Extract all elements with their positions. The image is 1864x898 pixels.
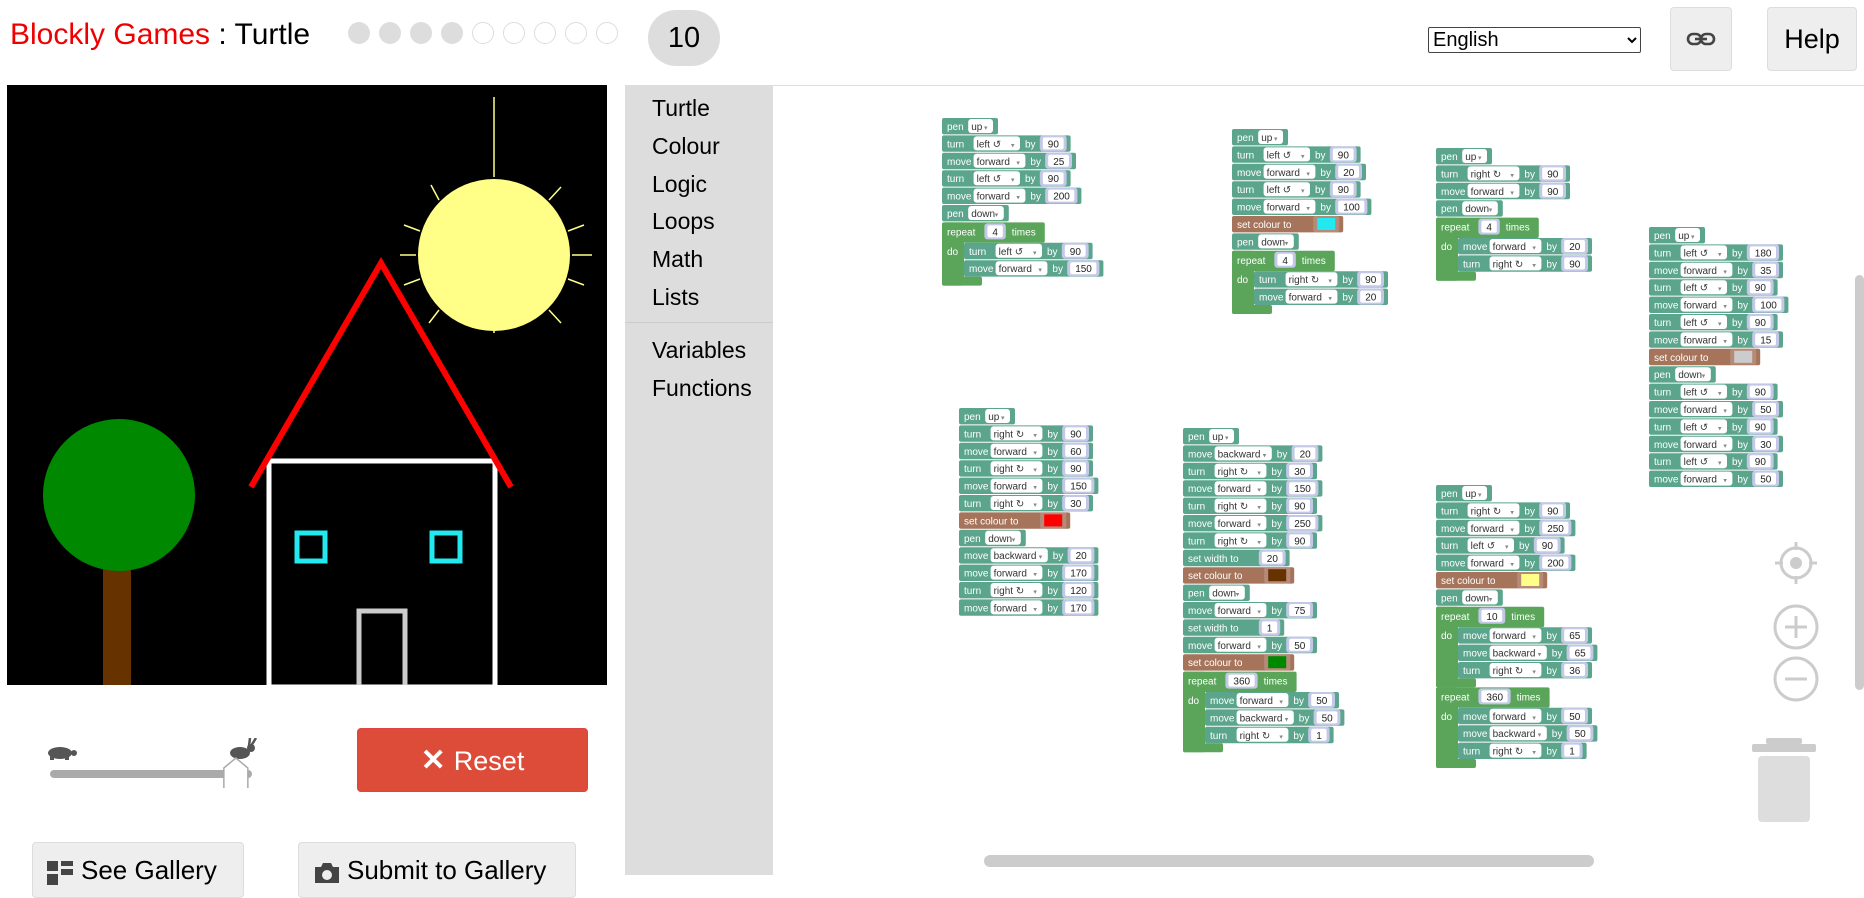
submit-gallery-button[interactable]: Submit to Gallery [298, 842, 576, 898]
camera-icon [315, 863, 339, 883]
vertical-scrollbar[interactable] [1855, 275, 1864, 690]
link-button[interactable] [1670, 7, 1732, 71]
toolbox-category-colour[interactable]: Colour [652, 133, 720, 160]
door [356, 608, 408, 685]
level-dot-8[interactable] [565, 22, 587, 44]
see-gallery-button[interactable]: See Gallery [32, 842, 244, 898]
level-dot-7[interactable] [534, 22, 556, 44]
language-select[interactable]: English [1428, 27, 1641, 53]
blockly-workspace[interactable] [625, 85, 1864, 876]
level-dot-2[interactable] [379, 22, 401, 44]
sun [418, 179, 570, 331]
reset-label: Reset [453, 745, 525, 776]
tree-crown [43, 419, 195, 571]
gallery-label: See Gallery [81, 854, 217, 885]
toolbox-category-functions[interactable]: Functions [652, 375, 752, 402]
level-dot-3[interactable] [410, 22, 432, 44]
gallery-icon [47, 861, 73, 885]
speed-slider[interactable] [44, 737, 260, 791]
toolbox: Turtle Colour Logic Loops Math Lists Var… [625, 85, 773, 875]
brand-link[interactable]: Blockly Games [10, 18, 210, 51]
level-dot-6[interactable] [503, 22, 525, 44]
zoom-in-icon[interactable] [1773, 604, 1819, 650]
slider-track [50, 770, 252, 778]
current-level-badge: 10 [648, 10, 720, 66]
toolbox-category-variables[interactable]: Variables [652, 337, 746, 364]
page-title: Blockly Games : Turtle [10, 18, 310, 52]
toolbox-category-logic[interactable]: Logic [652, 171, 707, 198]
toolbox-category-loops[interactable]: Loops [652, 208, 715, 235]
reset-button[interactable]: ✕ Reset [357, 728, 588, 792]
slider-knob[interactable] [223, 757, 249, 791]
horizontal-scrollbar[interactable] [984, 855, 1594, 867]
help-button[interactable]: Help [1767, 7, 1857, 71]
toolbox-category-math[interactable]: Math [652, 246, 703, 273]
level-selector [348, 22, 618, 44]
submit-label: Submit to Gallery [347, 854, 547, 885]
window-left [294, 530, 328, 564]
house-wall [266, 458, 498, 690]
toolbox-category-turtle[interactable]: Turtle [652, 95, 710, 122]
turtle-icon [48, 747, 77, 760]
rabbit-icon [230, 737, 258, 759]
title-separator: : [210, 18, 235, 51]
level-dot-4[interactable] [441, 22, 463, 44]
game-name: Turtle [234, 18, 311, 51]
window-right [429, 530, 463, 564]
level-dot-1[interactable] [348, 22, 370, 44]
turtle-canvas [7, 85, 607, 690]
close-icon: ✕ [420, 743, 446, 777]
toolbox-separator [625, 322, 773, 323]
level-dot-9[interactable] [596, 22, 618, 44]
trash-icon[interactable] [1752, 738, 1816, 824]
drawing [43, 97, 592, 690]
zoom-out-icon[interactable] [1773, 656, 1819, 702]
tree-trunk [103, 565, 131, 685]
level-dot-5[interactable] [472, 22, 494, 44]
toolbox-category-lists[interactable]: Lists [652, 284, 699, 311]
recenter-icon[interactable] [1773, 540, 1819, 586]
header: Blockly Games : Turtle 10 English Help [0, 0, 1864, 78]
link-icon [1686, 32, 1716, 46]
